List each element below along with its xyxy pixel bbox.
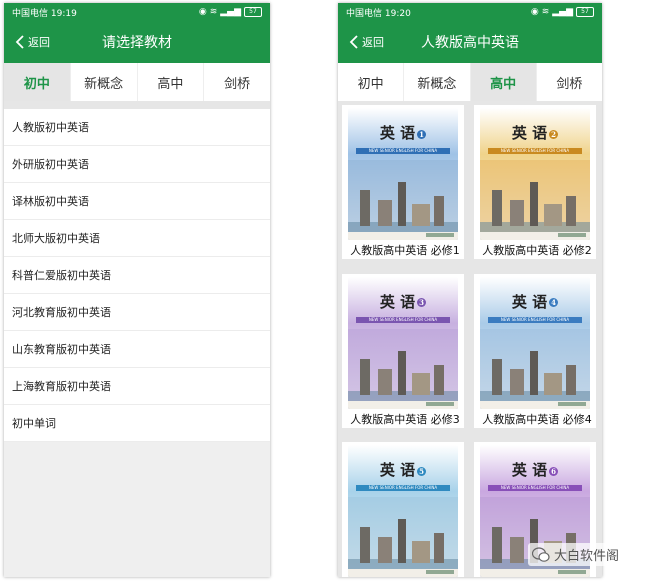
tab-senior[interactable]: 高中 (136, 63, 204, 101)
book-cover: 英 语1 NEW SENIOR ENGLISH FOR CHINA (348, 108, 458, 240)
tab-junior[interactable]: 初中 (338, 63, 403, 101)
volume-badge: 2 (549, 129, 559, 139)
volume-badge: 5 (417, 466, 427, 476)
cover-scene (348, 497, 458, 577)
book-label: 人教版高中英语 必修1 (350, 244, 460, 257)
list-item[interactable]: 山东教育版初中英语 (4, 331, 270, 368)
left-screen: 中国电信 19:19 ◉ ≋ ▂▄▆ 57 返回 请选择教材 初中 新概念 高中… (4, 3, 270, 577)
cover-title: 英 语6 (480, 459, 590, 480)
cover-title: 英 语5 (348, 459, 458, 480)
book-card[interactable]: 英 语4 NEW SENIOR ENGLISH FOR CHINA 人教版高中英… (474, 273, 596, 428)
back-label: 返回 (362, 36, 384, 49)
list-item[interactable]: 上海教育版初中英语 (4, 368, 270, 405)
tab-new-concept[interactable]: 新概念 (403, 63, 469, 101)
chevron-left-icon (349, 35, 358, 49)
publisher-mark (426, 570, 454, 575)
book-card[interactable]: 英 语1 NEW SENIOR ENGLISH FOR CHINA 人教版高中英… (342, 105, 464, 259)
list-item[interactable]: 北师大版初中英语 (4, 220, 270, 257)
right-screen: 中国电信 19:20 ◉ ≋ ▂▄▆ 57 返回 人教版高中英语 初中 新概念 … (338, 3, 602, 577)
nav-header: 返回 人教版高中英语 (338, 21, 602, 63)
publisher-mark (426, 401, 454, 406)
volume-badge: 4 (549, 298, 559, 308)
tab-senior[interactable]: 高中 (469, 63, 536, 101)
status-carrier-time: 中国电信 19:19 (12, 8, 77, 19)
book-card[interactable]: 英 语5 NEW SENIOR ENGLISH FOR CHINA 人教版高中英… (342, 442, 464, 577)
tab-bar: 初中 新概念 高中 剑桥 (4, 63, 270, 101)
book-label: 人教版高中英语 必修3 (350, 412, 460, 426)
battery-icon: 57 (244, 7, 262, 17)
status-carrier-time: 中国电信 19:20 (346, 8, 411, 19)
cover-title: 英 语3 (348, 291, 458, 312)
publisher-mark (558, 233, 586, 237)
book-cover: 英 语5 NEW SENIOR ENGLISH FOR CHINA (348, 445, 458, 577)
cover-scene (480, 328, 590, 409)
signal-icon: ▂▄▆ (220, 7, 241, 17)
book-cover: 英 语2 NEW SENIOR ENGLISH FOR CHINA (480, 108, 590, 240)
book-card[interactable]: 英 语3 NEW SENIOR ENGLISH FOR CHINA 人教版高中英… (342, 273, 464, 428)
back-label: 返回 (28, 36, 50, 49)
eye-icon: ◉ (530, 7, 539, 17)
watermark: 大白软件阁 (528, 543, 624, 566)
chevron-left-icon (15, 35, 24, 49)
cover-title: 英 语4 (480, 291, 590, 312)
textbook-list: 人教版初中英语 外研版初中英语 译林版初中英语 北师大版初中英语 科普仁爱版初中… (4, 109, 270, 442)
book-cover: 英 语3 NEW SENIOR ENGLISH FOR CHINA (348, 276, 458, 409)
list-item[interactable]: 河北教育版初中英语 (4, 294, 270, 331)
cover-subtitle: NEW SENIOR ENGLISH FOR CHINA (488, 148, 582, 154)
page-title: 人教版高中英语 (421, 35, 519, 51)
book-cover: 英 语4 NEW SENIOR ENGLISH FOR CHINA (480, 276, 590, 409)
signal-icon: ▂▄▆ (552, 7, 573, 17)
status-icons: ◉ ≋ ▂▄▆ 57 (199, 7, 262, 17)
book-label: 人教版高中英语 必修2 (482, 244, 592, 257)
divider (4, 101, 270, 109)
cover-scene (480, 160, 590, 240)
back-button[interactable]: 返回 (348, 21, 384, 63)
volume-badge: 6 (549, 466, 559, 476)
book-grid: 英 语1 NEW SENIOR ENGLISH FOR CHINA 人教版高中英… (338, 101, 602, 577)
book-card[interactable]: 英 语2 NEW SENIOR ENGLISH FOR CHINA 人教版高中英… (474, 105, 596, 259)
status-bar: 中国电信 19:19 ◉ ≋ ▂▄▆ 57 (4, 3, 270, 21)
eye-icon: ◉ (198, 7, 207, 17)
wechat-icon (532, 546, 550, 562)
publisher-mark (426, 233, 454, 237)
tab-cambridge[interactable]: 剑桥 (535, 63, 602, 101)
cover-scene (348, 328, 458, 409)
status-bar: 中国电信 19:20 ◉ ≋ ▂▄▆ 57 (338, 3, 602, 21)
page-title: 请选择教材 (102, 35, 172, 51)
cover-title: 英 语2 (480, 122, 590, 143)
cover-subtitle: NEW SENIOR ENGLISH FOR CHINA (488, 485, 582, 492)
tab-junior[interactable]: 初中 (4, 63, 70, 101)
cover-subtitle: NEW SENIOR ENGLISH FOR CHINA (356, 485, 450, 492)
wifi-icon: ≋ (209, 7, 218, 17)
cover-scene (348, 160, 458, 240)
book-label: 人教版高中英语 必修4 (482, 412, 592, 426)
tab-cambridge[interactable]: 剑桥 (203, 63, 270, 101)
list-item[interactable]: 初中单词 (4, 405, 270, 442)
cover-subtitle: NEW SENIOR ENGLISH FOR CHINA (488, 316, 582, 323)
volume-badge: 1 (417, 129, 427, 139)
back-button[interactable]: 返回 (14, 21, 50, 63)
cover-subtitle: NEW SENIOR ENGLISH FOR CHINA (356, 148, 450, 154)
watermark-text: 大白软件阁 (554, 549, 620, 564)
wifi-icon: ≋ (541, 7, 550, 17)
nav-header: 返回 请选择教材 (4, 21, 270, 63)
volume-badge: 3 (417, 298, 427, 308)
list-item[interactable]: 人教版初中英语 (4, 109, 270, 146)
publisher-mark (558, 401, 586, 406)
cover-subtitle: NEW SENIOR ENGLISH FOR CHINA (356, 316, 450, 323)
cover-title: 英 语1 (348, 122, 458, 143)
list-item[interactable]: 译林版初中英语 (4, 183, 270, 220)
tab-new-concept[interactable]: 新概念 (69, 63, 137, 101)
list-item[interactable]: 科普仁爱版初中英语 (4, 257, 270, 294)
tab-bar: 初中 新概念 高中 剑桥 (338, 63, 602, 101)
publisher-mark (558, 570, 586, 575)
battery-icon: 57 (576, 7, 594, 17)
status-icons: ◉ ≋ ▂▄▆ 57 (531, 7, 594, 17)
list-item[interactable]: 外研版初中英语 (4, 146, 270, 183)
